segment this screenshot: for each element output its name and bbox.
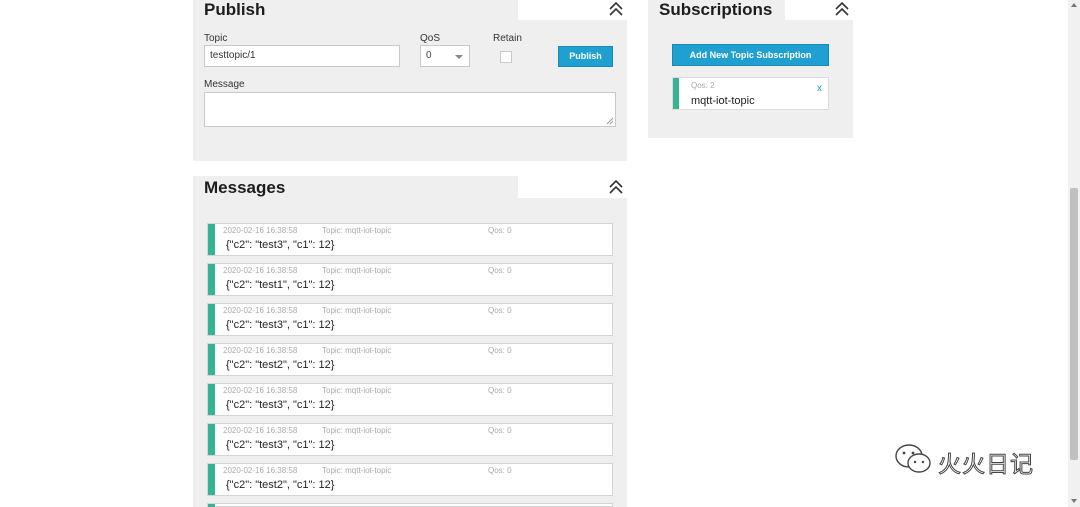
message-payload: {"c2": "test1", "c1": 12} (226, 279, 335, 291)
qos-label: QoS (420, 33, 441, 44)
message-qos: Qos: 0 (488, 466, 512, 475)
message-qos: Qos: 0 (488, 266, 512, 275)
message-item[interactable]: 2020-02-16 16:38:58 Topic: mqtt-iot-topi… (207, 223, 613, 256)
retain-label: Retain (493, 33, 522, 44)
messages-panel: Messages 2020-02-16 16:38:58 Topic: mqtt… (193, 176, 627, 507)
message-qos: Qos: 0 (488, 386, 512, 395)
message-payload: {"c2": "test2", "c1": 12} (226, 359, 335, 371)
chevron-down-icon (455, 55, 463, 59)
message-item[interactable]: 2020-02-16 16:38:58 Topic: mqtt-iot-topi… (207, 463, 613, 496)
message-item[interactable]: 2020-02-16 16:38:58 Topic: mqtt-iot-topi… (207, 343, 613, 376)
message-label: Message (204, 79, 245, 90)
message-textarea[interactable] (204, 92, 616, 127)
subscriptions-panel: Subscriptions Add New Topic Subscription… (648, 0, 853, 138)
double-chevron-up-icon[interactable] (608, 1, 624, 17)
scrollbar-thumb[interactable] (1070, 188, 1078, 460)
message-item[interactable]: 2020-02-16 16:38:58 Topic: mqtt-iot-topi… (207, 423, 613, 456)
subscription-qos: Qos: 2 (691, 81, 715, 90)
message-item[interactable]: 2020-02-16 16:38:58 Topic: mqtt-iot-topi… (207, 303, 613, 336)
message-topic: Topic: mqtt-iot-topic (322, 386, 392, 395)
message-color-bar (208, 224, 215, 255)
message-topic: Topic: mqtt-iot-topic (322, 426, 392, 435)
message-item[interactable]: 2020-02-16 16:38:58 Topic: mqtt-iot-topi… (207, 383, 613, 416)
scroll-down-icon[interactable] (1071, 499, 1077, 503)
message-color-bar (208, 344, 215, 375)
resize-handle-icon[interactable] (606, 117, 613, 124)
message-topic: Topic: mqtt-iot-topic (322, 226, 392, 235)
message-payload: {"c2": "test3", "c1": 12} (226, 439, 335, 451)
message-date: 2020-02-16 16:38:58 (223, 426, 298, 435)
publish-panel: Publish Topic testtopic/1 QoS 0 Retain P… (193, 0, 627, 161)
message-color-bar (208, 384, 215, 415)
message-date: 2020-02-16 16:38:58 (223, 266, 298, 275)
watermark: 火火日记 (893, 440, 1053, 480)
qos-select-value: 0 (426, 50, 432, 61)
close-icon[interactable]: x (817, 83, 822, 94)
message-color-bar (208, 464, 215, 495)
message-topic: Topic: mqtt-iot-topic (322, 266, 392, 275)
page-scrollbar[interactable] (1068, 0, 1080, 507)
message-qos: Qos: 0 (488, 226, 512, 235)
message-qos: Qos: 0 (488, 346, 512, 355)
publish-button[interactable]: Publish (558, 46, 613, 67)
page: Publish Topic testtopic/1 QoS 0 Retain P… (0, 0, 1080, 507)
message-date: 2020-02-16 16:38:58 (223, 386, 298, 395)
subscription-topic: mqtt-iot-topic (691, 95, 755, 107)
watermark-text: 火火日记 (938, 452, 1034, 479)
add-subscription-button[interactable]: Add New Topic Subscription (672, 44, 829, 66)
publish-title: Publish (204, 0, 266, 19)
message-qos: Qos: 0 (488, 306, 512, 315)
message-payload: {"c2": "test3", "c1": 12} (226, 319, 335, 331)
message-color-bar (208, 264, 215, 295)
message-date: 2020-02-16 16:38:58 (223, 466, 298, 475)
message-color-bar (208, 424, 215, 455)
messages-title: Messages (204, 178, 286, 197)
topic-label: Topic (204, 33, 228, 44)
subscription-color-bar (673, 78, 679, 109)
subscriptions-title: Subscriptions (659, 0, 773, 19)
message-payload: {"c2": "test3", "c1": 12} (226, 399, 335, 411)
message-date: 2020-02-16 16:38:58 (223, 306, 298, 315)
qos-select[interactable]: 0 (420, 45, 470, 67)
scroll-up-icon[interactable] (1071, 3, 1077, 7)
message-payload: {"c2": "test2", "c1": 12} (226, 479, 335, 491)
message-item[interactable]: 2020-02-16 16:38:58 Topic: mqtt-iot-topi… (207, 263, 613, 296)
message-qos: Qos: 0 (488, 426, 512, 435)
double-chevron-up-icon[interactable] (608, 179, 624, 195)
retain-checkbox[interactable] (500, 51, 512, 63)
message-topic: Topic: mqtt-iot-topic (322, 346, 392, 355)
message-payload: {"c2": "test3", "c1": 12} (226, 239, 335, 251)
message-topic: Topic: mqtt-iot-topic (322, 466, 392, 475)
subscription-item[interactable]: Qos: 2 mqtt-iot-topic x (672, 77, 829, 110)
topic-input[interactable]: testtopic/1 (204, 45, 400, 67)
message-date: 2020-02-16 16:38:58 (223, 346, 298, 355)
message-item-partial[interactable] (207, 503, 613, 507)
wechat-icon (895, 444, 931, 473)
message-topic: Topic: mqtt-iot-topic (322, 306, 392, 315)
double-chevron-up-icon[interactable] (834, 1, 850, 17)
message-color-bar (208, 304, 215, 335)
message-date: 2020-02-16 16:38:58 (223, 226, 298, 235)
